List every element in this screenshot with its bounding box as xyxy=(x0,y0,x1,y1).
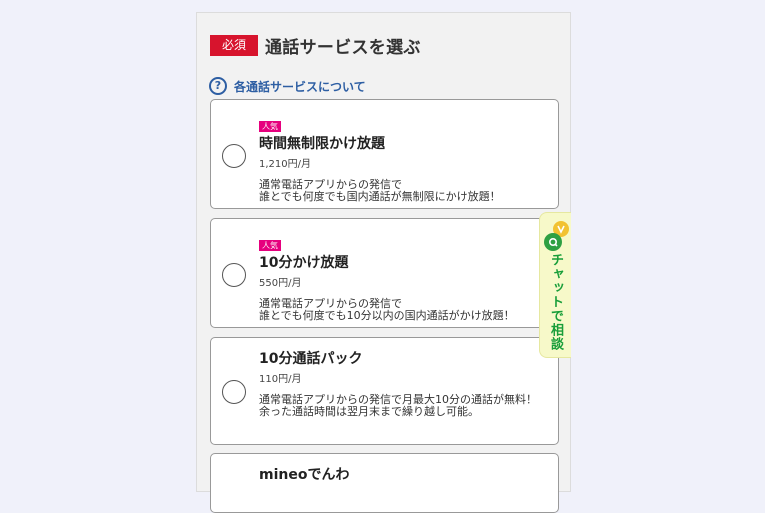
option-title: 10分通話パック xyxy=(259,351,363,367)
option-content: 人気 時間無制限かけ放題 1,210円/月 通常電話アプリからの発信で 誰とでも… xyxy=(259,114,548,203)
option-title: 10分かけ放題 xyxy=(259,255,349,271)
option-title: mineoでんわ xyxy=(259,467,350,483)
chat-bubbles-icon xyxy=(544,221,569,251)
section-header: 必須 通話サービスを選ぶ xyxy=(210,33,421,58)
help-link-label: 各通話サービスについて xyxy=(234,79,366,94)
popular-badge: 人気 xyxy=(259,240,281,251)
chat-label: チャットで相談 xyxy=(548,253,563,351)
option-description: 通常電話アプリからの発信で 誰とでも何度でも国内通話が無制限にかけ放題！ xyxy=(259,178,501,203)
option-title: 時間無制限かけ放題 xyxy=(259,136,385,152)
call-service-panel: 必須 通話サービスを選ぶ ? 各通話サービスについて 人気 時間無制限かけ放題 … xyxy=(196,12,571,513)
section-title: 通話サービスを選ぶ xyxy=(265,38,421,58)
chat-consult-tab[interactable]: チャットで相談 xyxy=(539,212,571,358)
option-content: mineoでんわ xyxy=(259,465,548,484)
option-card-10min-unlimited[interactable]: 人気 10分かけ放題 550円/月 通常電話アプリからの発信で 誰とでも何度でも… xyxy=(210,218,559,328)
popular-badge: 人気 xyxy=(259,121,281,132)
option-description: 通常電話アプリからの発信で 誰とでも何度でも10分以内の国内通話がかけ放題！ xyxy=(259,297,515,322)
call-services-info-link[interactable]: ? 各通話サービスについて xyxy=(209,77,366,95)
option-description: 通常電話アプリからの発信で月最大10分の通話が無料！ 余った通話時間は翌月末まで… xyxy=(259,393,537,418)
option-price: 550円/月 xyxy=(259,278,302,289)
radio-button[interactable] xyxy=(222,263,246,287)
radio-button[interactable] xyxy=(222,380,246,404)
option-card-unlimited[interactable]: 人気 時間無制限かけ放題 1,210円/月 通常電話アプリからの発信で 誰とでも… xyxy=(210,99,559,209)
required-badge: 必須 xyxy=(210,35,258,56)
option-price: 1,210円/月 xyxy=(259,159,311,170)
question-circle-icon: ? xyxy=(209,77,227,95)
option-content: 人気 10分かけ放題 550円/月 通常電話アプリからの発信で 誰とでも何度でも… xyxy=(259,233,548,322)
option-card-10min-pack[interactable]: 10分通話パック 110円/月 通常電話アプリからの発信で月最大10分の通話が無… xyxy=(210,337,559,445)
option-content: 10分通話パック 110円/月 通常電話アプリからの発信で月最大10分の通話が無… xyxy=(259,349,548,418)
option-card-mineo-denwa[interactable]: mineoでんわ xyxy=(210,453,559,513)
option-price: 110円/月 xyxy=(259,374,302,385)
radio-button[interactable] xyxy=(222,144,246,168)
